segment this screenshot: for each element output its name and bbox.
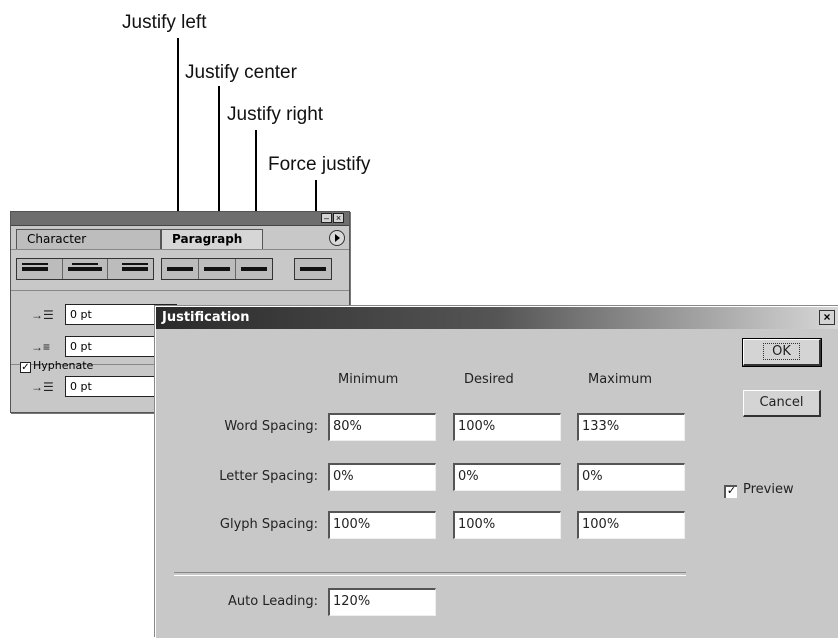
align-center-button[interactable] xyxy=(63,259,109,279)
palette-menu-icon[interactable] xyxy=(329,230,345,246)
letter-spacing-minimum-field[interactable]: 0% xyxy=(328,463,436,491)
ok-button-label: OK xyxy=(763,343,800,360)
left-indent-icon: →☰ xyxy=(31,308,54,322)
justify-button-group xyxy=(161,258,273,280)
justify-center-button[interactable] xyxy=(199,259,236,279)
callout-justify-left: Justify left xyxy=(122,12,207,33)
justify-left-icon xyxy=(167,267,193,271)
auto-leading-label: Auto Leading: xyxy=(227,594,318,609)
word-spacing-minimum-field[interactable]: 80% xyxy=(328,413,436,441)
tab-paragraph[interactable]: Paragraph xyxy=(161,229,263,249)
letter-spacing-maximum-field[interactable]: 0% xyxy=(577,463,685,491)
column-header-minimum: Minimum xyxy=(338,372,399,387)
dialog-titlebar[interactable]: Justification × xyxy=(156,307,838,329)
force-justify-icon xyxy=(300,267,326,271)
justify-left-button[interactable] xyxy=(162,259,199,279)
auto-leading-field[interactable]: 120% xyxy=(328,588,436,616)
align-center-icon xyxy=(71,263,99,265)
align-left-icon-bar xyxy=(22,267,48,271)
letter-spacing-label: Letter Spacing: xyxy=(219,469,318,484)
callout-justify-right: Justify right xyxy=(227,104,324,125)
column-header-desired: Desired xyxy=(464,372,514,387)
palette-minimize-button[interactable]: – xyxy=(321,213,332,223)
preview-label: Preview xyxy=(743,482,794,497)
align-left-icon xyxy=(22,263,48,265)
align-right-icon-bar xyxy=(122,267,149,271)
letter-spacing-desired-field[interactable]: 0% xyxy=(453,463,561,491)
glyph-spacing-label: Glyph Spacing: xyxy=(219,517,318,532)
word-spacing-maximum-field[interactable]: 133% xyxy=(577,413,685,441)
palette-titlebar[interactable]: – × xyxy=(11,212,349,226)
cancel-button[interactable]: Cancel xyxy=(743,390,821,417)
dialog-separator xyxy=(174,572,686,576)
alignment-button-group xyxy=(16,258,154,280)
column-header-maximum: Maximum xyxy=(588,372,653,387)
hyphenate-label: Hyphenate xyxy=(33,359,94,372)
tab-divider xyxy=(11,249,349,250)
callout-justify-center: Justify center xyxy=(185,62,297,83)
align-center-icon-bar xyxy=(67,267,103,271)
justify-center-icon xyxy=(204,267,230,271)
glyph-spacing-desired-field[interactable]: 100% xyxy=(453,511,561,539)
align-right-icon xyxy=(122,263,149,265)
align-right-button[interactable] xyxy=(108,259,153,279)
hyphenate-checkbox[interactable]: ✓ xyxy=(20,362,31,373)
align-left-button[interactable] xyxy=(17,259,63,279)
word-spacing-desired-field[interactable]: 100% xyxy=(453,413,561,441)
ok-button[interactable]: OK xyxy=(742,338,822,367)
justify-right-icon xyxy=(241,267,267,271)
callout-force-justify: Force justify xyxy=(268,154,371,175)
word-spacing-label: Word Spacing: xyxy=(224,419,318,434)
dialog-title: Justification xyxy=(162,310,250,325)
force-justify-group xyxy=(294,258,332,280)
right-indent-icon: →≡ xyxy=(31,340,51,354)
tab-character[interactable]: Character xyxy=(16,229,161,249)
close-icon[interactable]: × xyxy=(819,310,835,325)
preview-checkbox[interactable]: ✓ xyxy=(724,485,737,498)
glyph-spacing-minimum-field[interactable]: 100% xyxy=(328,511,436,539)
palette-close-button[interactable]: × xyxy=(333,213,344,223)
first-line-indent-icon: →☰ xyxy=(31,380,54,394)
justify-right-button[interactable] xyxy=(236,259,272,279)
justification-dialog: Justification × Minimum Desired Maximum … xyxy=(155,306,838,638)
force-justify-button[interactable] xyxy=(295,259,331,279)
glyph-spacing-maximum-field[interactable]: 100% xyxy=(577,511,685,539)
palette-divider xyxy=(11,290,349,291)
